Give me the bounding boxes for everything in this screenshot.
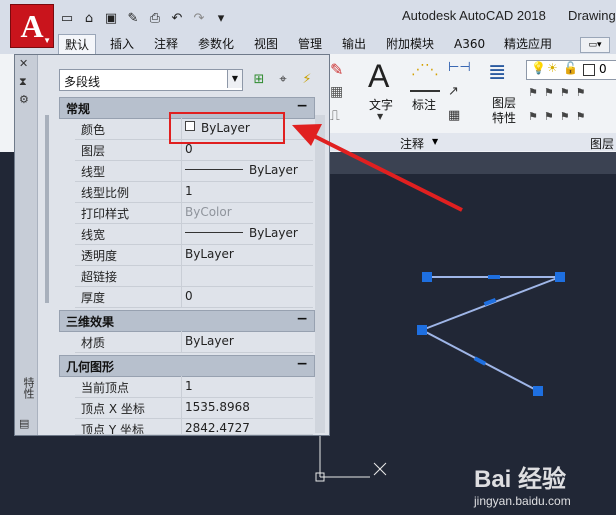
property-value: 2842.4727 (185, 421, 250, 435)
annotation-highlight-box (169, 112, 285, 144)
property-key: 顶点 Y 坐标 (81, 423, 144, 435)
app-logo-letter: A (20, 7, 44, 44)
property-value: ByLayer (185, 247, 234, 261)
property-key: 厚度 (81, 291, 106, 305)
settings-icon[interactable]: ⚙ (19, 93, 29, 106)
section-title: 三维效果 (66, 315, 115, 329)
midpoint-grip[interactable] (488, 275, 500, 279)
property-value: ByLayer (249, 226, 298, 240)
property-row-transparency[interactable]: 透明度 ByLayer (75, 244, 313, 266)
property-key: 透明度 (81, 249, 118, 263)
palette-scrollbar[interactable] (315, 115, 325, 433)
property-key: 材质 (81, 336, 106, 350)
vertex-grip[interactable] (555, 272, 565, 282)
property-value: 1 (185, 379, 193, 393)
property-value: 1 (185, 184, 193, 198)
property-key: 线宽 (81, 228, 106, 242)
object-type-select[interactable]: 多段线 ▼ (59, 69, 243, 91)
property-row-thickness[interactable]: 厚度 0 (75, 286, 313, 308)
application-menu-button[interactable]: A ▼ (10, 4, 54, 48)
property-key: 顶点 X 坐标 (81, 402, 145, 416)
chevron-down-icon: ▼ (43, 36, 51, 45)
palette-vertical-label: 特性 (22, 377, 35, 399)
midpoint-grip[interactable] (473, 356, 487, 366)
property-value: 0 (185, 289, 193, 303)
property-value: ByLayer (249, 163, 298, 177)
property-value: ByLayer (185, 334, 234, 348)
auto-hide-icon[interactable]: ⧗ (19, 75, 27, 89)
property-value: 1535.8968 (185, 400, 250, 414)
property-key: 当前顶点 (81, 381, 130, 395)
property-row-lineweight[interactable]: 线宽 ByLayer (75, 223, 313, 245)
property-value: ByColor (185, 205, 232, 219)
collapse-icon[interactable]: − (296, 98, 308, 114)
collapse-icon[interactable]: − (296, 311, 308, 327)
property-key: 线型比例 (81, 186, 130, 200)
property-row-linetype-scale[interactable]: 线型比例 1 (75, 181, 313, 203)
property-row-hyperlink[interactable]: 超链接 (75, 265, 313, 287)
property-value: 0 (185, 142, 193, 156)
watermark-brand: Bai 经验 (474, 466, 567, 493)
toggle-pickadd-icon[interactable]: ⊞ (249, 70, 269, 88)
property-key: 图层 (81, 144, 106, 158)
property-key: 颜色 (81, 123, 106, 137)
vertex-grip[interactable] (422, 272, 432, 282)
property-row-vertex-x[interactable]: 顶点 X 坐标 1535.8968 (75, 397, 313, 419)
baidu-watermark: Bai 经验 jingyan.baidu.com (474, 459, 571, 508)
palette-title-strip[interactable]: ✕ ⧗ ⚙ 特性 ▤ (15, 55, 38, 435)
quick-select-icon[interactable]: ⚡ (297, 70, 317, 88)
section-title: 常规 (66, 102, 91, 116)
close-icon[interactable]: ✕ (19, 57, 28, 70)
property-row-linetype[interactable]: 线型 ByLayer (75, 160, 313, 182)
property-key: 超链接 (81, 270, 118, 284)
linetype-sample (185, 169, 243, 170)
property-key: 打印样式 (81, 207, 130, 221)
section-title: 几何图形 (66, 360, 115, 374)
palette-menu-icon[interactable]: ▤ (19, 417, 29, 430)
select-objects-icon[interactable]: ⌖ (273, 70, 293, 88)
section-3d-effects[interactable]: 三维效果 − (59, 310, 315, 332)
property-row-material[interactable]: 材质 ByLayer (75, 331, 313, 353)
collapse-icon[interactable]: − (296, 356, 308, 372)
property-row-plot-style[interactable]: 打印样式 ByColor (75, 202, 313, 224)
property-key: 线型 (81, 165, 106, 179)
lineweight-sample (185, 232, 243, 233)
palette-resize-bar[interactable] (45, 115, 49, 303)
chevron-down-icon[interactable]: ▼ (227, 70, 242, 88)
vertex-grip[interactable] (417, 325, 427, 335)
property-row-current-vertex[interactable]: 当前顶点 1 (75, 376, 313, 398)
watermark-url: jingyan.baidu.com (474, 494, 571, 508)
property-row-vertex-y[interactable]: 顶点 Y 坐标 2842.4727 (75, 418, 313, 435)
vertex-grip[interactable] (533, 386, 543, 396)
section-geometry[interactable]: 几何图形 − (59, 355, 315, 377)
object-type-value: 多段线 (64, 75, 101, 89)
